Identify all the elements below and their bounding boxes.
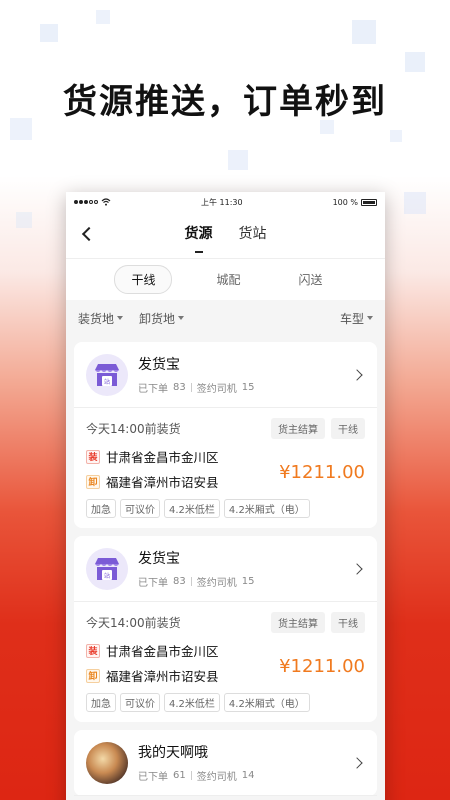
feature-tags: 加急 可议价 4.2米低栏 4.2米厢式（电） [86, 499, 365, 518]
tab-goods-station[interactable]: 货站 [239, 223, 267, 247]
origin-address: 甘肃省金昌市金川区 [106, 450, 219, 465]
chevron-right-icon[interactable] [351, 756, 363, 769]
background-decoration [228, 150, 248, 170]
shipper-stats: 已下单 83 签约司机 15 [138, 574, 353, 589]
phone-screen: 上午 11:30 100 % 货源 货站 干线 城配 闪送 装货地 卸货地 车型 [66, 192, 385, 800]
feature-tag: 加急 [86, 693, 116, 712]
promo-headline: 货源推送，订单秒到 [63, 82, 387, 122]
background-decoration [404, 192, 426, 214]
route: 装 甘肃省金昌市金川区 卸 福建省漳州市诏安县 ¥1211.00 [86, 447, 365, 497]
filter-unload-place[interactable]: 卸货地 [139, 310, 185, 327]
filter-label: 装货地 [78, 311, 115, 326]
battery-percent: 100 % [332, 197, 358, 207]
unload-mark: 卸 [86, 668, 100, 683]
orders-label: 已下单 [138, 772, 168, 783]
wifi-icon [101, 198, 111, 206]
drivers-label: 签约司机 [196, 578, 237, 589]
cargo-card[interactable]: 站 发货宝 已下单 83 签约司机 15 今天14:00前装货 货主结算 干线 [74, 536, 377, 722]
divider [190, 577, 192, 586]
feature-tag: 4.2米低栏 [164, 693, 220, 712]
shipper-name: 我的天啊哦 [138, 745, 208, 761]
drivers-count: 14 [241, 770, 255, 781]
cargo-card[interactable]: 站 发货宝 已下单 83 签约司机 15 今天14:00前装货 货主结算 干线 [74, 342, 377, 528]
orders-count: 61 [173, 770, 186, 781]
orders-count: 83 [173, 576, 186, 587]
filter-label: 卸货地 [139, 311, 176, 326]
caret-down-icon [117, 316, 124, 320]
status-bar: 上午 11:30 100 % [66, 192, 385, 212]
background-decoration [390, 130, 402, 142]
destination-address: 福建省漳州市诏安县 [106, 669, 219, 684]
drivers-label: 签约司机 [196, 384, 237, 395]
subtab-trunk-line[interactable]: 干线 [114, 265, 173, 294]
feature-tag: 4.2米厢式（电） [223, 693, 310, 712]
shipper-header[interactable]: 站 发货宝 已下单 83 签约司机 15 [74, 536, 377, 602]
photo-avatar [86, 741, 128, 784]
orders-label: 已下单 [138, 578, 168, 589]
back-arrow-icon[interactable] [81, 226, 97, 242]
drivers-label: 签约司机 [196, 772, 237, 783]
divider [190, 771, 192, 780]
shipper-name: 发货宝 [138, 357, 180, 373]
battery-icon [361, 198, 377, 206]
origin-address: 甘肃省金昌市金川区 [106, 644, 219, 659]
background-decoration [16, 212, 32, 228]
filter-load-place[interactable]: 装货地 [78, 310, 124, 327]
load-mark: 装 [86, 643, 100, 658]
filter-label: 车型 [339, 311, 364, 326]
settlement-tag: 货主结算 [271, 612, 325, 633]
freight-price: ¥1211.00 [279, 461, 365, 483]
caret-down-icon [178, 316, 185, 320]
signal-icon [74, 200, 98, 204]
shipper-name: 发货宝 [138, 551, 180, 567]
background-decoration [40, 24, 58, 42]
caret-down-icon [367, 316, 373, 320]
orders-label: 已下单 [138, 384, 168, 395]
shipper-stats: 已下单 61 签约司机 14 [138, 768, 353, 783]
settlement-tag: 货主结算 [271, 418, 325, 439]
background-decoration [405, 52, 425, 72]
subtab-city-delivery[interactable]: 城配 [202, 266, 254, 293]
shipper-header[interactable]: 我的天啊哦 已下单 61 签约司机 14 [74, 730, 377, 796]
chevron-right-icon[interactable] [351, 562, 363, 575]
cargo-details: 今天14:00前装货 货主结算 干线 装 甘肃省金昌市金川区 卸 福建省漳州市诏… [74, 408, 377, 528]
subtab-flash-delivery[interactable]: 闪送 [285, 266, 337, 293]
line-type-tag: 干线 [331, 418, 365, 439]
filter-bar: 装货地 卸货地 车型 [66, 300, 385, 336]
filter-vehicle-type[interactable]: 车型 [340, 310, 373, 327]
status-time: 上午 11:30 [200, 197, 243, 207]
feature-tag: 可议价 [120, 499, 160, 518]
feature-tags: 加急 可议价 4.2米低栏 4.2米厢式（电） [86, 693, 365, 712]
chevron-right-icon[interactable] [351, 368, 363, 381]
nav-bar: 货源 货站 [66, 212, 385, 258]
svg-text:站: 站 [104, 572, 110, 580]
unload-mark: 卸 [86, 474, 100, 489]
drivers-count: 15 [241, 576, 255, 587]
load-time: 今天14:00前装货 [86, 616, 181, 630]
background-decoration [96, 10, 110, 24]
cargo-details: 今天14:00前装货 货主结算 干线 装 甘肃省金昌市金川区 卸 福建省漳州市诏… [74, 602, 377, 722]
freight-price: ¥1211.00 [279, 655, 365, 677]
feature-tag: 4.2米低栏 [164, 499, 220, 518]
destination-address: 福建省漳州市诏安县 [106, 475, 219, 490]
background-decoration [352, 20, 376, 44]
route: 装 甘肃省金昌市金川区 卸 福建省漳州市诏安县 ¥1211.00 [86, 641, 365, 691]
store-icon: 站 [86, 353, 128, 396]
load-time: 今天14:00前装货 [86, 422, 181, 436]
cargo-card[interactable]: 我的天啊哦 已下单 61 签约司机 14 [74, 730, 377, 796]
line-type-tag: 干线 [331, 612, 365, 633]
sub-tabs: 干线 城配 闪送 [66, 258, 385, 300]
store-icon: 站 [86, 547, 128, 590]
feature-tag: 加急 [86, 499, 116, 518]
load-mark: 装 [86, 449, 100, 464]
feature-tag: 可议价 [120, 693, 160, 712]
shipper-stats: 已下单 83 签约司机 15 [138, 380, 353, 395]
divider [190, 383, 192, 392]
svg-text:站: 站 [104, 378, 110, 386]
feature-tag: 4.2米厢式（电） [223, 499, 310, 518]
tab-goods-source[interactable]: 货源 [185, 223, 213, 247]
orders-count: 83 [173, 382, 186, 393]
drivers-count: 15 [241, 382, 255, 393]
shipper-header[interactable]: 站 发货宝 已下单 83 签约司机 15 [74, 342, 377, 408]
